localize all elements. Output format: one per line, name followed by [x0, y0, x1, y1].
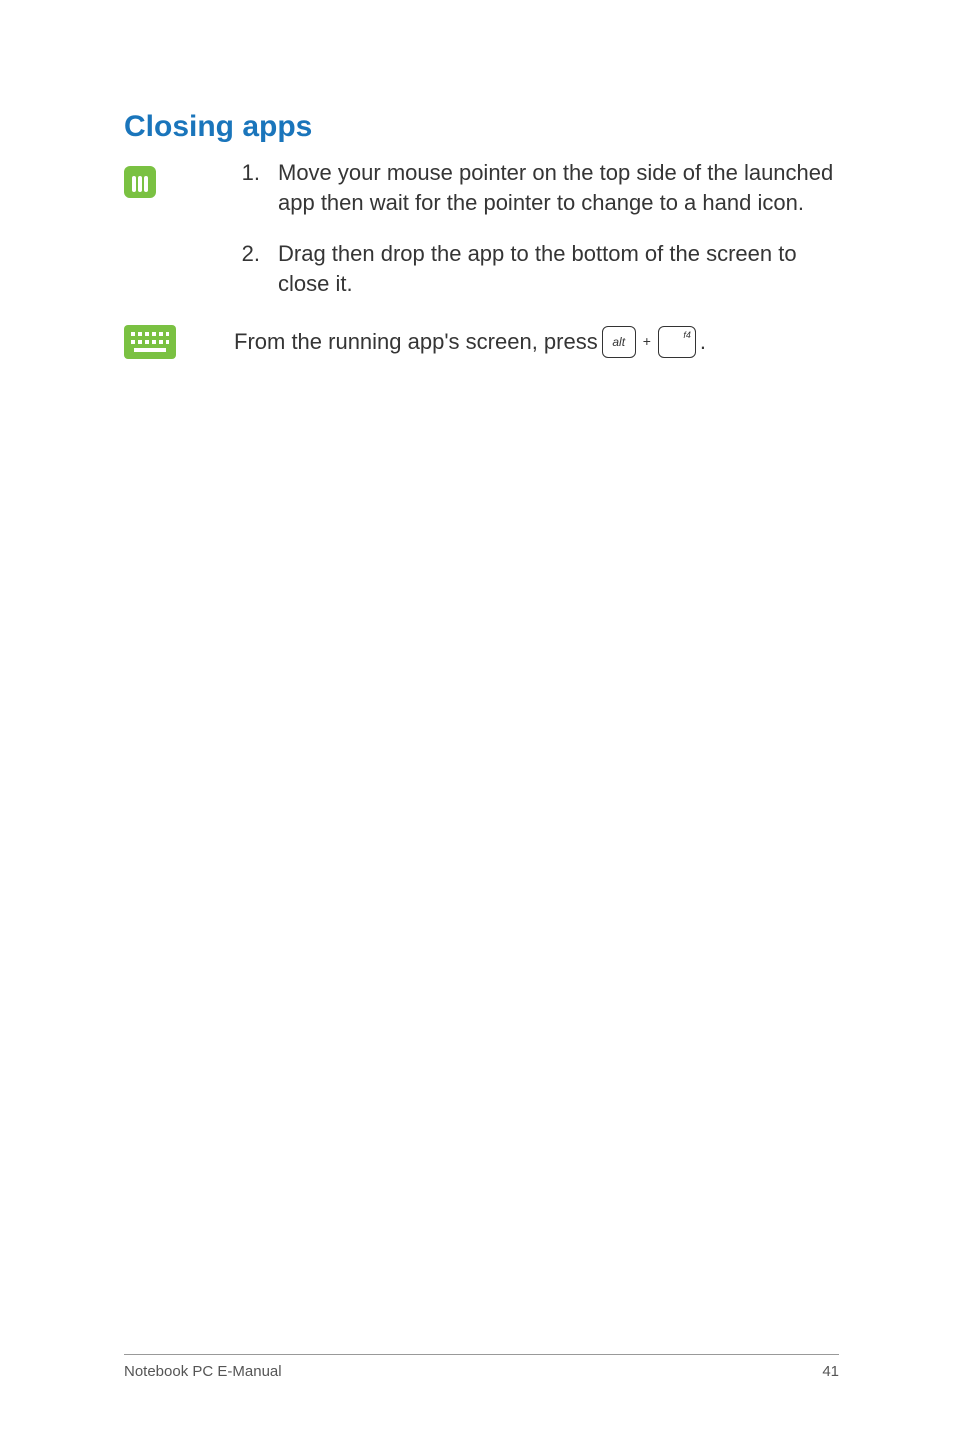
step-item: 1. Move your mouse pointer on the top si… — [234, 158, 839, 217]
mouse-icon — [124, 166, 156, 198]
step-text: Drag then drop the app to the bottom of … — [278, 239, 839, 298]
plus-symbol: + — [643, 332, 651, 351]
step-item: 2. Drag then drop the app to the bottom … — [234, 239, 839, 298]
step-number: 1. — [234, 158, 260, 217]
page-footer: Notebook PC E-Manual 41 — [124, 1354, 839, 1380]
keyboard-instruction-text: From the running app's screen, press alt… — [234, 326, 706, 358]
section-heading: Closing apps — [124, 110, 839, 144]
step-number: 2. — [234, 239, 260, 298]
mouse-steps-list: 1. Move your mouse pointer on the top si… — [234, 158, 839, 321]
alt-key-icon: alt — [602, 326, 636, 358]
keyboard-icon — [124, 325, 176, 359]
mouse-instruction-row: 1. Move your mouse pointer on the top si… — [124, 158, 839, 321]
keyboard-instruction-row: From the running app's screen, press alt… — [124, 325, 839, 359]
keyboard-prefix: From the running app's screen, press — [234, 327, 598, 357]
footer-title: Notebook PC E-Manual — [124, 1363, 282, 1380]
keyboard-suffix: . — [700, 327, 706, 357]
f4-key-icon: f4 — [658, 326, 696, 358]
step-text: Move your mouse pointer on the top side … — [278, 158, 839, 217]
page-number: 41 — [822, 1363, 839, 1380]
